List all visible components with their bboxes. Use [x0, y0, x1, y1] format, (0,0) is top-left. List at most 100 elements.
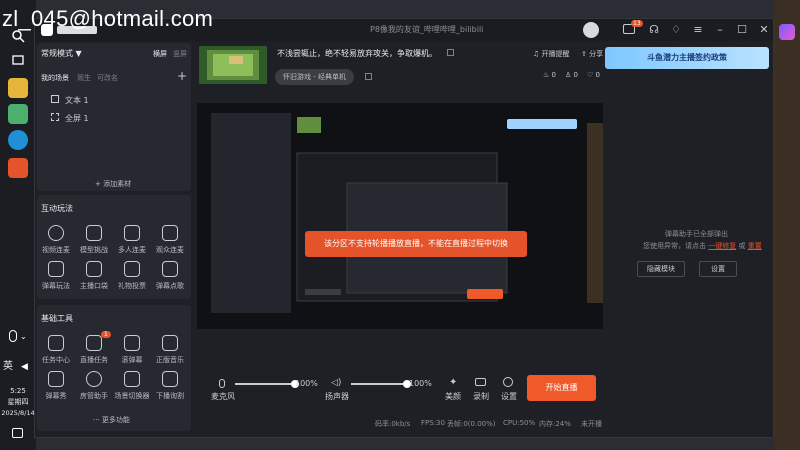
ime-indicator[interactable]: 英 — [0, 362, 20, 372]
one-click-fix-link[interactable]: 一键修复 — [708, 242, 736, 250]
stream-preview[interactable] — [197, 103, 603, 329]
danmaku-notice-line2: 您使用异常，请点击 一键修复 或 重置 — [643, 242, 762, 250]
feature-danmaku-play[interactable]: 弹幕玩法 — [37, 261, 75, 291]
start-live-button[interactable]: 开始直播 — [527, 375, 596, 401]
feature-streamer-pocket[interactable]: 主播口袋 — [75, 261, 113, 291]
scene-item-text[interactable]: 文本 1 — [65, 95, 89, 106]
preview-nested-capture — [197, 103, 603, 329]
notification-center-icon[interactable] — [12, 428, 23, 438]
scene-item-fullscreen[interactable]: 全屏 1 — [65, 113, 89, 124]
speaker-icon[interactable]: ◁) — [331, 378, 341, 388]
audience-link-icon — [162, 225, 178, 241]
reset-link[interactable]: 重置 — [748, 242, 762, 250]
headset-icon[interactable]: ☊ — [647, 23, 661, 37]
gear-icon[interactable] — [503, 377, 513, 387]
notes-app-icon[interactable] — [8, 104, 28, 124]
scene-tab-view[interactable]: 观生 — [77, 73, 91, 83]
scene-tab-rename[interactable]: 可改名 — [97, 73, 118, 83]
microphone-tray-icon[interactable] — [9, 330, 17, 342]
video-link-icon — [48, 225, 64, 241]
edit-headline-icon[interactable] — [447, 49, 454, 56]
watermark-text: zl_045@hotmail.com — [2, 6, 214, 31]
remind-button[interactable]: ♫ 开播提醒 — [533, 49, 570, 59]
tool-end-stream-cut[interactable]: 下播询割 — [151, 371, 189, 401]
status-dropped-frames: 丢帧:0(0.00%) — [447, 420, 496, 428]
volume-tray-icon[interactable]: ◀ — [21, 362, 28, 372]
tv-icon — [48, 371, 64, 387]
user-icon: ♙ — [565, 71, 572, 79]
feature-audience-link[interactable]: 观众连麦 — [151, 225, 189, 255]
tool-danmaku-show[interactable]: 弹幕秀 — [37, 371, 75, 401]
microphone-volume-value: 100% — [295, 379, 318, 388]
menu-icon[interactable]: ≡ — [691, 23, 705, 37]
danmaku-icon — [124, 335, 140, 351]
record-icon[interactable] — [475, 378, 486, 386]
beauty-icon[interactable]: ✦ — [449, 377, 457, 388]
tool-live-task[interactable]: 直播任务 — [75, 335, 113, 365]
stream-cover-thumbnail[interactable] — [199, 46, 267, 84]
switch-icon — [124, 371, 140, 387]
tool-scene-switcher[interactable]: 场景切换器 — [113, 371, 151, 401]
bell-icon: ♫ — [533, 50, 540, 58]
beauty-label: 美颜 — [445, 392, 461, 401]
tab-portrait[interactable]: 竖屏 — [173, 49, 187, 59]
tool-licensed-music[interactable]: 正版音乐 — [151, 335, 189, 365]
danmaku-notice: 弹幕助手已全部弹出 — [665, 230, 728, 238]
feature-model-challenge[interactable]: 模型挑战 — [75, 225, 113, 255]
share-icon: ⇪ — [581, 50, 587, 58]
microphone-icon[interactable] — [219, 379, 225, 388]
feature-song-request[interactable]: 弹幕点歌 — [151, 261, 189, 291]
skin-icon[interactable]: ♢ — [669, 23, 683, 37]
user-avatar[interactable] — [583, 22, 599, 38]
feature-video-link[interactable]: 视频连麦 — [37, 225, 75, 255]
task-view-icon[interactable] — [8, 50, 28, 70]
pocket-icon — [86, 261, 102, 277]
window-title: P8像我的友谊_哔哩哔哩_bilibili — [370, 25, 484, 34]
status-live-state: 未开播 — [581, 420, 602, 428]
live-task-badge: 1 — [101, 331, 111, 338]
vote-icon — [124, 261, 140, 277]
danmaku-settings-button[interactable]: 设置 — [699, 261, 737, 277]
interactive-panel: 互动玩法 视频连麦 模型挑战 多人连麦 观众连麦 弹幕玩法 主播口袋 礼物投票 … — [37, 195, 191, 299]
unsupported-switch-toast: 该分区不支持轮播播放直播，不能在直播过程中切换 — [305, 231, 527, 257]
chevron-down-icon[interactable]: ⌄ — [20, 332, 27, 341]
record-label: 录制 — [473, 392, 489, 401]
fire-icon: ♨ — [543, 71, 550, 79]
status-memory: 内存:24% — [539, 420, 571, 428]
category-chip[interactable]: 怀旧游戏 - 经典单机 — [275, 69, 354, 85]
clock-date[interactable]: 2025/8/14 — [0, 408, 36, 418]
windows-taskbar: ⌄ 英 ◀ 5:25 星期四 2025/8/14 — [0, 0, 36, 450]
maximize-icon[interactable]: ☐ — [735, 23, 749, 37]
file-explorer-icon[interactable] — [8, 78, 28, 98]
desktop-app-icon[interactable] — [779, 24, 795, 40]
close-icon[interactable]: ✕ — [757, 23, 771, 37]
scene-tab-mine[interactable]: 我的场景 — [41, 73, 69, 83]
hide-module-button[interactable]: 隐藏模块 — [637, 261, 685, 277]
tab-landscape[interactable]: 横屏 — [153, 49, 167, 59]
gamepad-icon — [48, 261, 64, 277]
interactive-title: 互动玩法 — [41, 204, 73, 213]
microphone-volume-slider[interactable] — [235, 383, 295, 385]
ad-icon — [86, 335, 102, 351]
speaker-label: 扬声器 — [325, 392, 349, 401]
add-scene-button[interactable]: + — [177, 69, 187, 83]
speaker-volume-slider[interactable] — [351, 383, 407, 385]
feature-multi-link[interactable]: 多人连麦 — [113, 225, 151, 255]
tool-room-admin[interactable]: 房管助手 — [75, 371, 113, 401]
more-features-button[interactable]: ··· 更多功能 — [93, 415, 130, 425]
edge-browser-icon[interactable] — [8, 130, 28, 150]
tool-scroll-danmaku[interactable]: 滚弹幕 — [113, 335, 151, 365]
stream-headline[interactable]: 不浅尝辄止，绝不轻易放弃攻关，争取爆机。 — [277, 48, 437, 59]
signing-policy-banner[interactable]: 斗鱼潜力主播签约政策 — [605, 47, 769, 69]
edit-category-icon[interactable] — [365, 73, 372, 80]
add-material-button[interactable]: + 添加素材 — [95, 179, 131, 189]
mode-selector[interactable]: 常规模式 ▼ — [41, 48, 82, 59]
clock-time[interactable]: 5:25 — [0, 386, 36, 396]
minimize-icon[interactable]: – — [713, 23, 727, 37]
douyu-app-icon[interactable] — [8, 158, 28, 178]
share-button[interactable]: ⇪ 分享 — [581, 49, 603, 59]
speaker-volume-value: 100% — [409, 379, 432, 388]
tool-task-center[interactable]: 任务中心 — [37, 335, 75, 365]
feature-gift-vote[interactable]: 礼物投票 — [113, 261, 151, 291]
clock-weekday[interactable]: 星期四 — [0, 397, 36, 407]
